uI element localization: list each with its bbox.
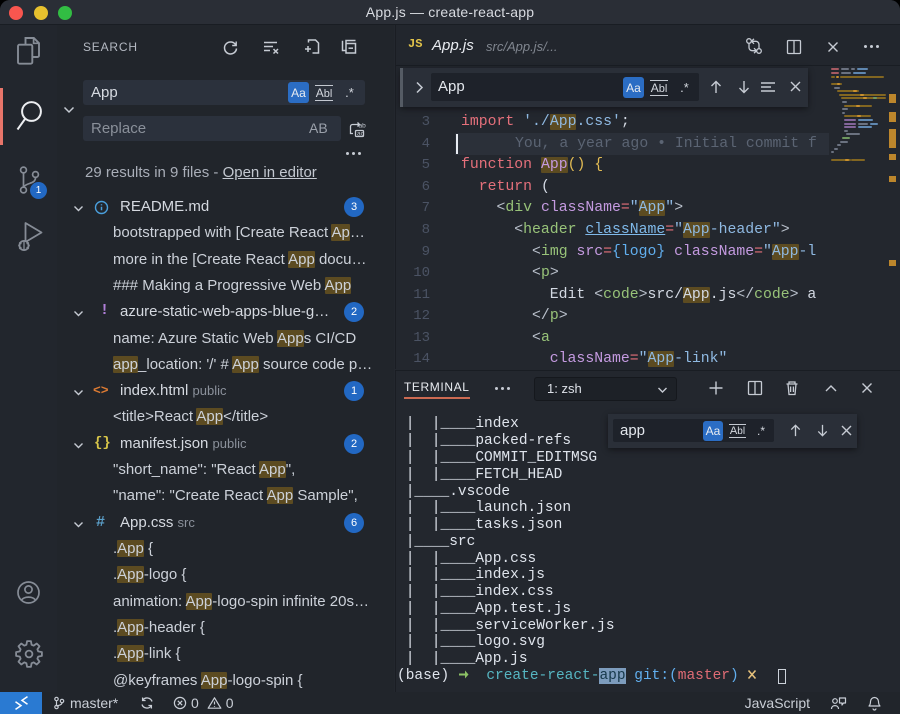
svg-text:ab: ab (358, 122, 366, 129)
svg-text:ac: ac (357, 130, 365, 137)
